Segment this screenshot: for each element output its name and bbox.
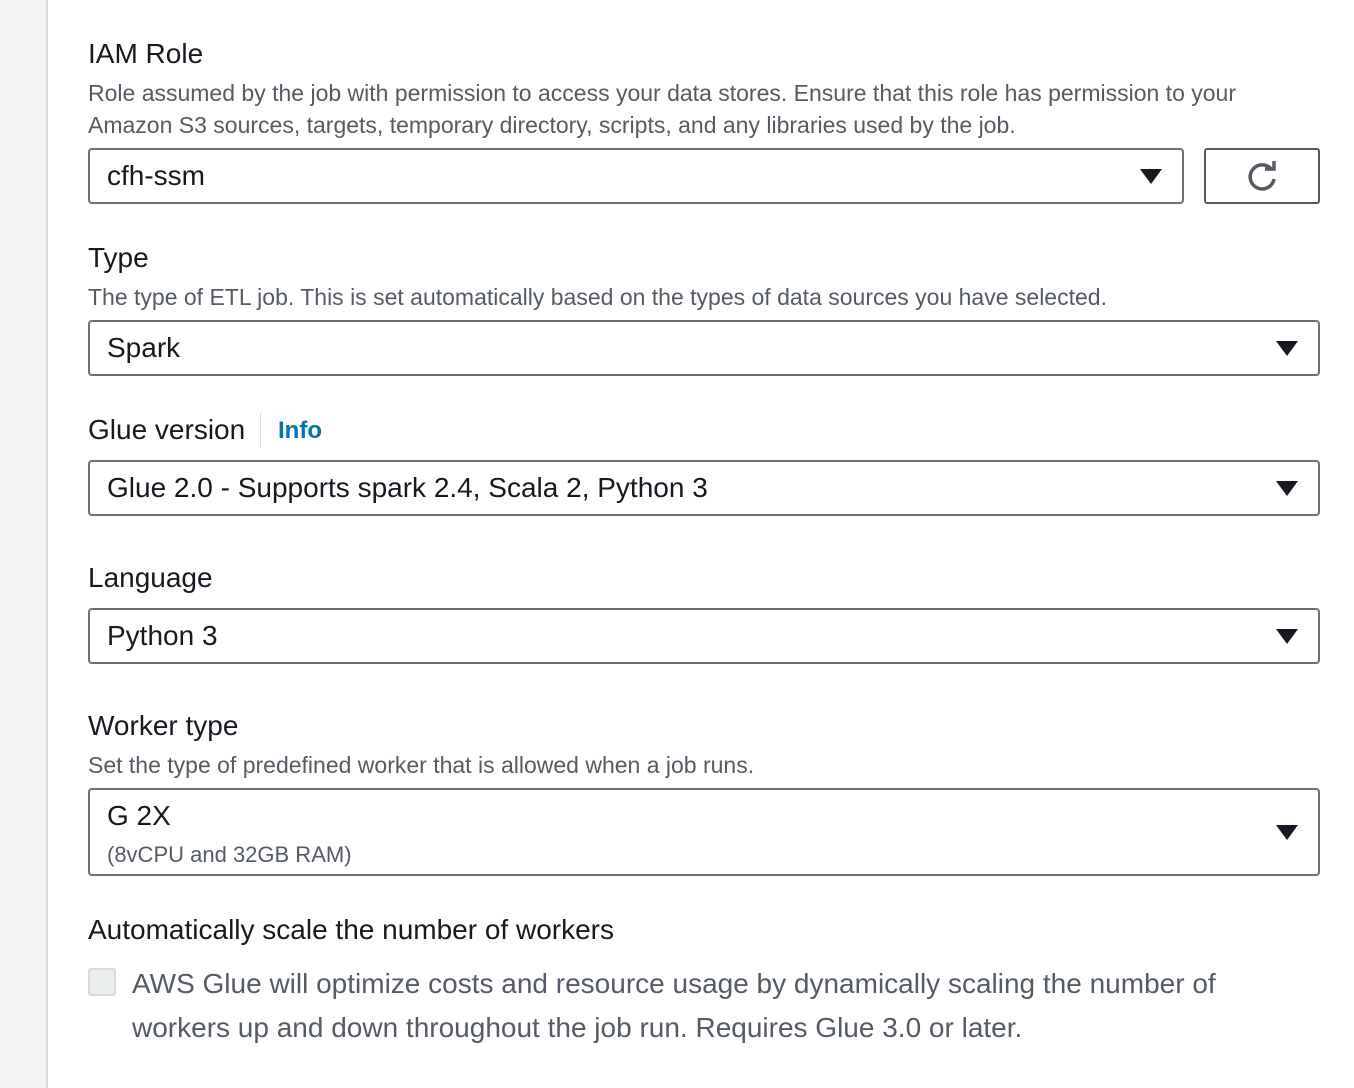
label-divider [260, 413, 261, 447]
auto-scale-checkbox[interactable] [88, 968, 116, 996]
glue-version-select[interactable]: Glue 2.0 - Supports spark 2.4, Scala 2, … [88, 460, 1320, 516]
refresh-roles-button[interactable] [1204, 148, 1320, 204]
chevron-down-icon [1140, 169, 1162, 184]
auto-scale-checkbox-text: AWS Glue will optimize costs and resourc… [132, 968, 1216, 1043]
worker-type-value: G 2X [107, 800, 171, 831]
glue-version-label: Glue version [88, 414, 246, 445]
worker-type-description: Set the type of predefined worker that i… [88, 752, 755, 778]
auto-scale-label: Automatically scale the number of worker… [88, 914, 614, 945]
refresh-icon [1248, 161, 1276, 191]
type-label: Type [88, 242, 149, 273]
chevron-down-icon [1276, 825, 1298, 840]
language-select[interactable]: Python 3 [88, 608, 1320, 664]
chevron-down-icon [1276, 481, 1298, 496]
left-side-panel [0, 0, 48, 1088]
chevron-down-icon [1276, 629, 1298, 644]
type-value: Spark [107, 332, 181, 363]
iam-role-select[interactable]: cfh-ssm [88, 148, 1184, 204]
glue-version-value: Glue 2.0 - Supports spark 2.4, Scala 2, … [107, 472, 708, 503]
chevron-down-icon [1276, 341, 1298, 356]
worker-type-select[interactable]: G 2X (8vCPU and 32GB RAM) [88, 788, 1320, 876]
worker-type-subvalue: (8vCPU and 32GB RAM) [107, 842, 352, 867]
iam-role-label: IAM Role [88, 38, 204, 69]
glue-version-info-link[interactable]: Info [278, 414, 322, 448]
iam-role-description: Role assumed by the job with permission … [88, 80, 1236, 138]
worker-type-label: Worker type [88, 710, 239, 741]
language-label: Language [88, 562, 213, 593]
type-description: The type of ETL job. This is set automat… [88, 284, 1107, 310]
type-select[interactable]: Spark [88, 320, 1320, 376]
language-value: Python 3 [107, 620, 218, 651]
iam-role-value: cfh-ssm [107, 160, 205, 191]
